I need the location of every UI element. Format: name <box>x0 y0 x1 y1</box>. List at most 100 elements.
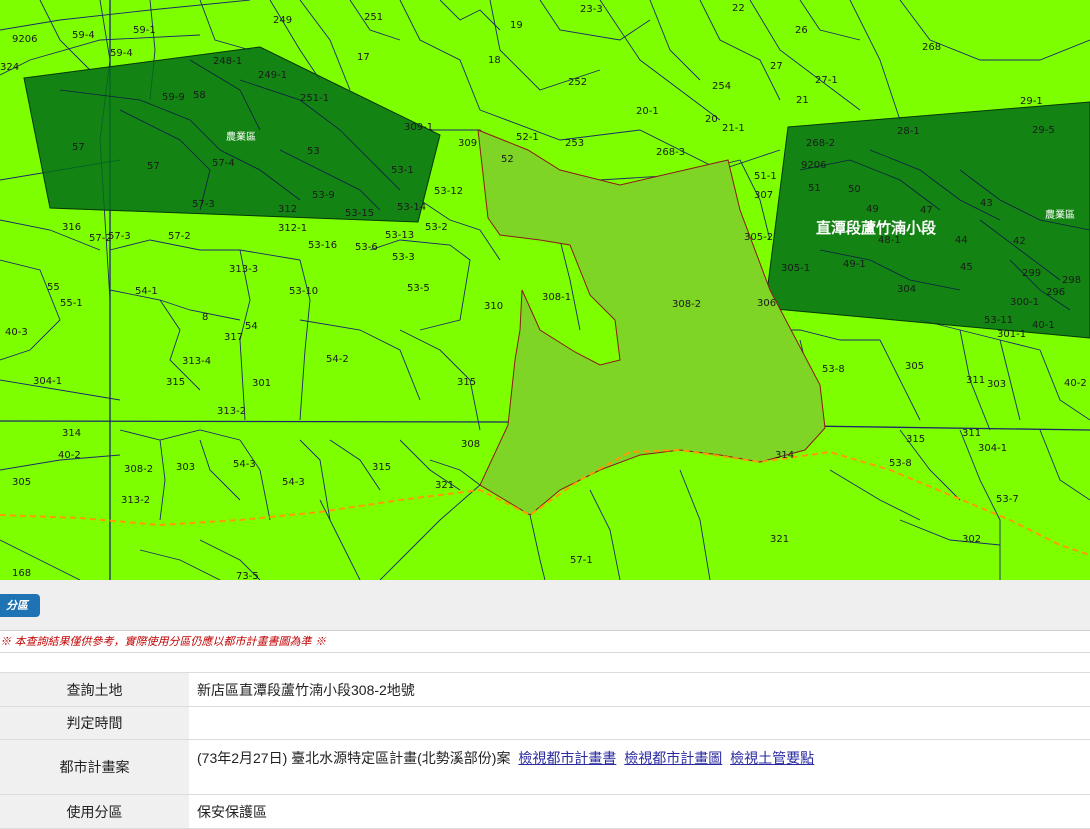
parcel-number-label: 305 <box>905 361 924 372</box>
parcel-number-label: 59-4 <box>72 30 95 41</box>
parcel-number-label: 27 <box>770 61 783 72</box>
view-plan-map-link[interactable]: 檢視都市計畫圖 <box>624 750 722 766</box>
row-key-plan: 都市計畫案 <box>0 739 189 795</box>
parcel-number-label: 305 <box>12 477 31 488</box>
parcel-number-label: 53-5 <box>407 283 430 294</box>
parcel-number-label: 315 <box>372 462 391 473</box>
parcel-number-label: 57 <box>72 142 85 153</box>
parcel-number-label: 9206 <box>12 34 37 45</box>
parcel-number-label: 303 <box>176 462 195 473</box>
parcel-number-label: 54-3 <box>282 477 305 488</box>
row-value-plan: (73年2月27日) 臺北水源特定區計畫(北勢溪部份)案 檢視都市計畫書 檢視都… <box>189 739 1090 795</box>
parcel-number-label: 310 <box>484 301 503 312</box>
parcel-number-label: 47 <box>920 205 933 216</box>
parcel-number-label: 53-12 <box>434 186 463 197</box>
parcel-number-label: 19 <box>510 20 523 31</box>
parcel-number-label: 52 <box>501 154 514 165</box>
parcel-number-label: 45 <box>960 262 973 273</box>
parcel-number-label: 18 <box>488 55 501 66</box>
table-row: 判定時間 <box>0 706 1090 740</box>
parcel-number-label: 304-1 <box>33 376 62 387</box>
parcel-number-label: 59-4 <box>110 48 133 59</box>
parcel-number-label: 40-2 <box>58 450 81 461</box>
toolbar <box>0 580 1090 631</box>
parcel-number-label: 300-1 <box>1010 297 1039 308</box>
parcel-number-label: 51-1 <box>754 171 777 182</box>
parcel-number-label: 249 <box>273 15 292 26</box>
plan-name: (73年2月27日) 臺北水源特定區計畫(北勢溪部份)案 <box>197 750 511 766</box>
parcel-number-label: 305-2 <box>744 232 773 243</box>
parcel-number-label: 57 <box>147 161 160 172</box>
parcel-number-label: 306 <box>757 298 776 309</box>
parcel-number-label: 315 <box>906 434 925 445</box>
selected-parcel-308-2[interactable] <box>477 129 826 516</box>
parcel-number-label: 29-5 <box>1032 125 1055 136</box>
parcel-number-label: 253 <box>565 138 584 149</box>
parcel-number-label: 313-3 <box>229 264 258 275</box>
parcel-number-label: 53-10 <box>289 286 318 297</box>
parcel-number-label: 251-1 <box>300 93 329 104</box>
parcel-number-label: 20-1 <box>636 106 659 117</box>
parcel-number-label: 168 <box>12 568 31 579</box>
map-canvas[interactable]: 9206 59-4 59-1 249 251 19 23-3 22 26 268 324 59-4 24… <box>0 0 1090 580</box>
parcel-number-label: 254 <box>712 81 731 92</box>
row-key-zone: 使用分區 <box>0 794 189 829</box>
parcel-number-label: 40-2 <box>1064 378 1087 389</box>
parcel-number-label: 44 <box>955 235 968 246</box>
parcel-number-label: 53-11 <box>984 315 1013 326</box>
parcel-number-label: 308 <box>461 439 480 450</box>
parcel-number-label: 304-1 <box>978 443 1007 454</box>
parcel-number-label: 311 <box>966 375 985 386</box>
view-plan-book-link[interactable]: 檢視都市計畫書 <box>518 750 616 766</box>
parcel-number-label: 59-9 <box>162 92 185 103</box>
parcel-number-label: 27-1 <box>815 75 838 86</box>
parcel-number-label: 42 <box>1013 236 1026 247</box>
subsection-name-label: 直潭段蘆竹湳小段 <box>816 219 936 237</box>
view-land-control-link[interactable]: 檢視土管要點 <box>730 750 814 766</box>
parcel-number-label: 22 <box>732 3 745 14</box>
parcel-number-label: 50 <box>848 184 861 195</box>
parcel-number-label: 53-13 <box>385 230 414 241</box>
parcel-number-label: 313-2 <box>217 406 246 417</box>
tab-zoning[interactable]: 分區 <box>0 594 40 617</box>
parcel-number-label: 54-2 <box>326 354 349 365</box>
parcel-number-label: 54-1 <box>135 286 158 297</box>
parcel-number-label: 53-15 <box>345 208 374 219</box>
parcel-number-label: 321 <box>435 480 454 491</box>
parcel-number-label: 302 <box>962 534 981 545</box>
parcel-number-label: 298 <box>1062 275 1081 286</box>
parcel-number-label: 59-1 <box>133 25 156 36</box>
parcel-number-label: 8 <box>202 312 208 323</box>
parcel-number-label: 57-2 <box>168 231 191 242</box>
parcel-number-label: 308-2 <box>124 464 153 475</box>
parcel-number-label: 73-4 <box>0 0 23 3</box>
parcel-number-label: 55 <box>47 282 60 293</box>
agri-zone-left-label: 農業區 <box>226 130 256 143</box>
parcel-number-label: 305-1 <box>781 263 810 274</box>
parcel-number-label: 303 <box>987 379 1006 390</box>
parcel-number-label: 20 <box>705 114 718 125</box>
parcel-number-label: 55-1 <box>60 298 83 309</box>
parcel-number-label: 52-1 <box>516 132 539 143</box>
parcel-number-label: 301 <box>252 378 271 389</box>
parcel-number-label: 73-5 <box>236 571 259 580</box>
row-key-time: 判定時間 <box>0 706 189 740</box>
disclaimer-text: ※ 本查詢結果僅供參考，實際使用分區仍應以都市計畫書圖為準 ※ <box>0 632 1090 653</box>
parcel-number-label: 21-1 <box>722 123 745 134</box>
parcel-number-label: 251 <box>364 12 383 23</box>
parcel-number-label: 57-3 <box>192 199 215 210</box>
parcel-number-label: 9206 <box>801 160 826 171</box>
parcel-number-label: 53-1 <box>391 165 414 176</box>
parcel-number-label: 53-9 <box>312 190 335 201</box>
parcel-number-label: 53-14 <box>397 202 426 213</box>
parcel-number-label: 268-2 <box>806 138 835 149</box>
parcel-number-label: 313-2 <box>121 495 150 506</box>
row-value-zone: 保安保護區 <box>189 794 1090 829</box>
parcel-number-label: 58 <box>193 90 206 101</box>
row-key-land: 查詢土地 <box>0 672 189 707</box>
parcel-number-label: 53-7 <box>996 494 1019 505</box>
parcel-number-label: 315 <box>166 377 185 388</box>
parcel-number-label: 53-8 <box>889 458 912 469</box>
parcel-number-label: 53-2 <box>425 222 448 233</box>
cadastral-map[interactable]: 9206 59-4 59-1 249 251 19 23-3 22 26 268 324 59-4 24… <box>0 0 1090 580</box>
